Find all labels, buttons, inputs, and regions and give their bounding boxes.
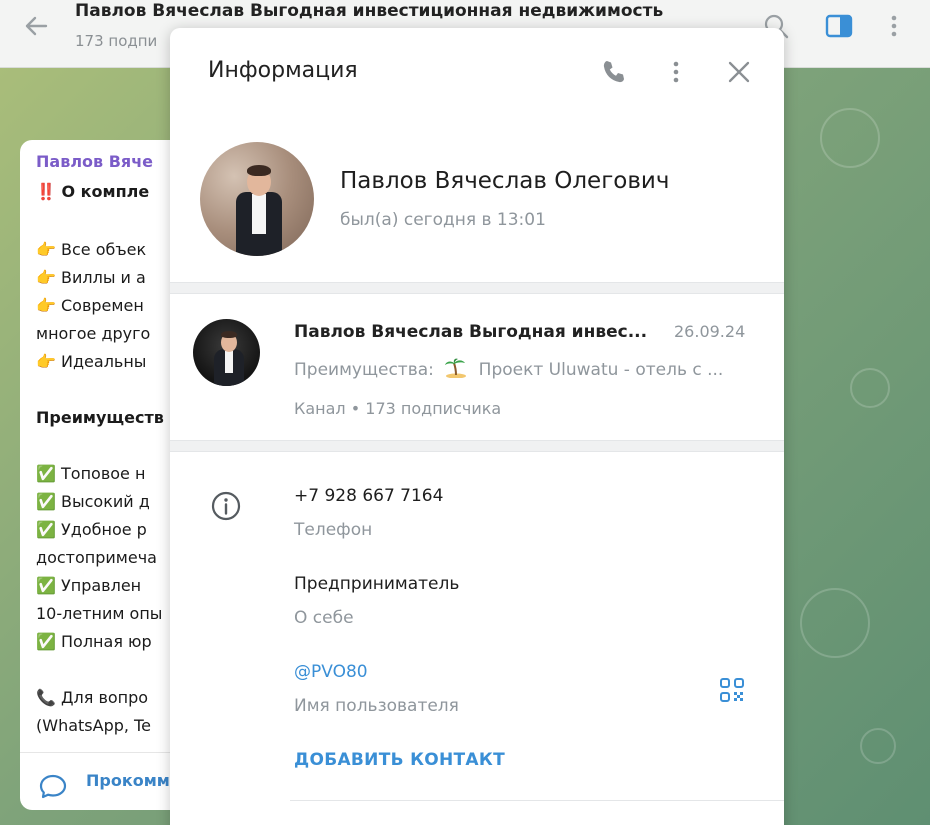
username-value[interactable]: @PVO80 — [294, 662, 368, 682]
chat-title[interactable]: Павлов Вячеслав Выгодная инвестиционная … — [75, 1, 663, 21]
avatar-photo — [209, 329, 249, 386]
post-line: ✅ Управлен — [36, 576, 142, 595]
bio-label: О себе — [294, 608, 354, 628]
post-line: 👉 Виллы и а — [36, 268, 146, 287]
post-line: 📞 Для вопро — [36, 688, 149, 707]
section-divider — [170, 440, 784, 452]
profile-avatar[interactable] — [200, 142, 314, 256]
bio-value[interactable]: Предприниматель — [294, 574, 459, 594]
sidebar-toggle-icon[interactable] — [823, 10, 855, 42]
last-seen-status: был(а) сегодня в 13:01 — [340, 210, 546, 230]
add-contact-button[interactable]: ДОБАВИТЬ КОНТАКТ — [294, 750, 505, 770]
post-line: 👉 Современ — [36, 296, 144, 315]
qr-code-icon[interactable] — [718, 676, 746, 704]
phone-label: Телефон — [294, 520, 373, 540]
phone-icon — [603, 61, 624, 83]
comment-button[interactable]: Прокомм — [86, 771, 170, 790]
comment-icon — [39, 774, 67, 799]
post-line: ✅ Топовое н — [36, 464, 146, 483]
call-button[interactable] — [598, 56, 630, 88]
more-options-button[interactable] — [660, 56, 692, 88]
back-arrow-icon[interactable] — [20, 10, 52, 42]
more-vertical-icon[interactable] — [878, 10, 910, 42]
post-line: Преимуществ — [36, 408, 164, 427]
info-icon — [211, 491, 241, 521]
post-line: ‼️ О компле — [36, 182, 150, 201]
post-line: 👉 Все объек — [36, 240, 147, 259]
section-divider — [290, 800, 784, 801]
preview-text: Проект Uluwatu - отель с ... — [478, 360, 724, 380]
post-line: 👉 Идеальны — [36, 352, 147, 371]
post-line: ✅ Высокий д — [36, 492, 150, 511]
channel-last-post-preview: Преимущества: Проект Uluwatu - отель с .… — [294, 358, 723, 380]
section-divider — [170, 282, 784, 294]
panel-title: Информация — [208, 58, 358, 83]
post-line: ✅ Удобное р — [36, 520, 147, 539]
more-vertical-icon — [673, 61, 679, 83]
phone-value[interactable]: +7 928 667 7164 — [294, 486, 443, 506]
user-info-panel: Информация Павлов Вячеслав Олегович был(… — [170, 28, 784, 825]
post-line: (WhatsApp, Te — [36, 716, 151, 735]
profile-name: Павлов Вячеслав Олегович — [340, 168, 670, 194]
chat-subtitle: 173 подпи — [75, 32, 158, 50]
close-icon — [728, 61, 750, 83]
post-line: 10-летним опы — [36, 604, 163, 623]
post-sender[interactable]: Павлов Вяче — [36, 152, 153, 171]
avatar-photo — [228, 162, 288, 256]
palm-tree-icon — [445, 358, 467, 378]
post-line: ✅ Полная юр — [36, 632, 152, 651]
channel-meta: Канал • 173 подписчика — [294, 399, 502, 418]
preview-prefix: Преимущества: — [294, 360, 434, 380]
post-line: многое друго — [36, 324, 151, 343]
post-line: достопримеча — [36, 548, 157, 567]
channel-name: Павлов Вячеслав Выгодная инвес... — [294, 322, 648, 342]
username-label: Имя пользователя — [294, 696, 459, 716]
channel-post-date: 26.09.24 — [674, 322, 746, 341]
close-button[interactable] — [723, 56, 755, 88]
channel-avatar — [193, 319, 260, 386]
